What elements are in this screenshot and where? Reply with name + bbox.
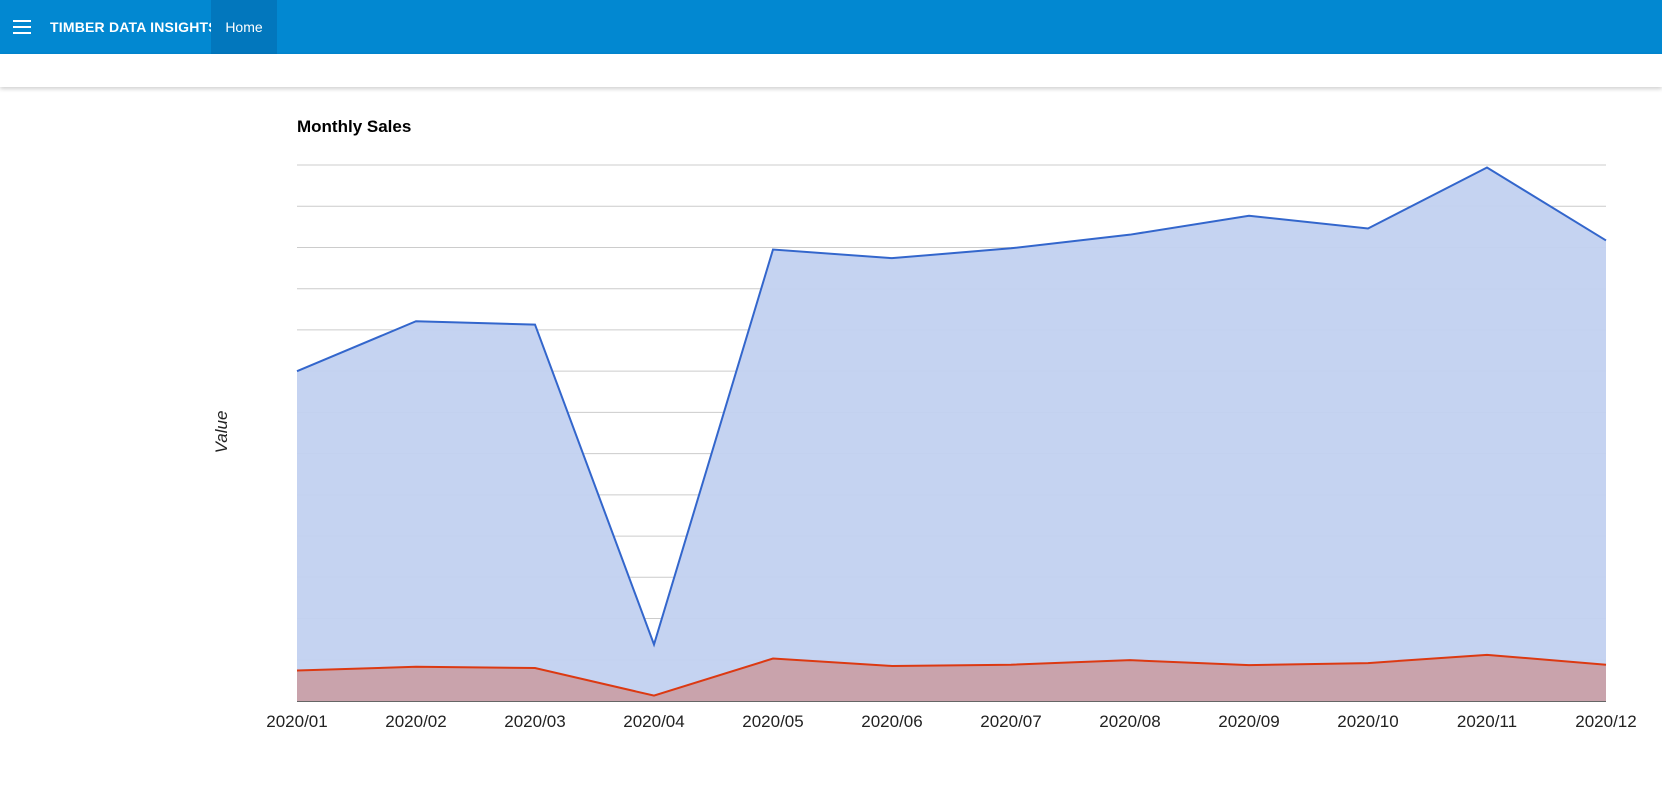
x-tick-label: 2020/01 xyxy=(266,712,327,731)
chart-title: Monthly Sales xyxy=(297,117,411,136)
app-bar: TIMBER DATA INSIGHTS Home xyxy=(0,0,1662,54)
x-tick-label: 2020/05 xyxy=(742,712,803,731)
x-tick-label: 2020/04 xyxy=(623,712,684,731)
x-tick-label: 2020/03 xyxy=(504,712,565,731)
x-tick-label: 2020/09 xyxy=(1218,712,1279,731)
x-axis-ticks: 2020/01 2020/02 2020/03 2020/04 2020/05 2020/… xyxy=(266,712,1636,731)
x-tick-label: 2020/11 xyxy=(1457,712,1517,731)
app-title: TIMBER DATA INSIGHTS xyxy=(50,19,218,35)
y-axis-title: Value xyxy=(212,411,231,454)
x-tick-label: 2020/02 xyxy=(385,712,446,731)
x-tick-label: 2020/12 xyxy=(1575,712,1636,731)
toolbar-strip xyxy=(0,54,1662,87)
x-tick-label: 2020/06 xyxy=(861,712,922,731)
monthly-sales-chart: Monthly Sales 2020/01 2020/02 2020/03 2020/… xyxy=(212,117,1637,731)
x-tick-label: 2020/10 xyxy=(1337,712,1398,731)
menu-icon[interactable] xyxy=(10,15,34,39)
x-tick-label: 2020/07 xyxy=(980,712,1041,731)
x-tick-label: 2020/08 xyxy=(1099,712,1160,731)
nav-home-tab[interactable]: Home xyxy=(211,0,277,54)
